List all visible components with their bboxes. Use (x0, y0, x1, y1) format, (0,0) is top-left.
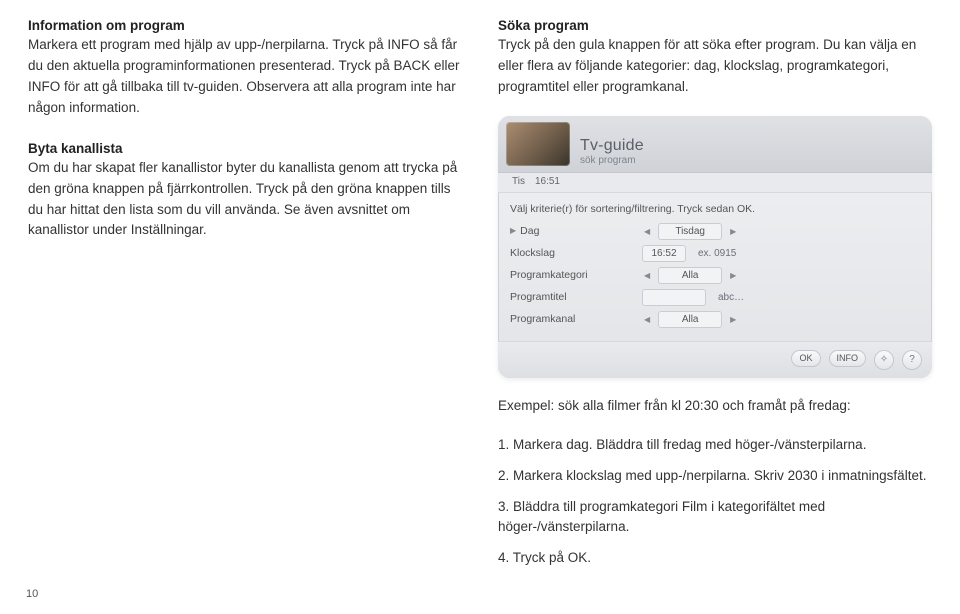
row-klockslag[interactable]: Klockslag 16:52 ex. 0915 (510, 245, 920, 262)
value-klockslag[interactable]: 16:52 (642, 245, 686, 262)
value-programtitel[interactable] (642, 289, 706, 306)
label-dag: Dag (520, 225, 539, 237)
text-soka-program: Tryck på den gula knappen för att söka e… (498, 35, 932, 98)
tv-guide-meta-day: Tis (512, 176, 525, 187)
help-button[interactable]: ? (902, 350, 922, 370)
tv-guide-header: Tv-guide sök program (498, 116, 932, 173)
label-programkanal: Programkanal (510, 313, 575, 325)
row-dag[interactable]: ▶ Dag ◀ Tisdag ▶ (510, 223, 920, 240)
row-programkanal[interactable]: Programkanal ◀ Alla ▶ (510, 311, 920, 328)
note-klockslag: ex. 0915 (698, 248, 736, 259)
tv-guide-thumbnail (506, 122, 570, 166)
label-programtitel: Programtitel (510, 291, 567, 303)
value-programkanal[interactable]: Alla (658, 311, 722, 328)
step-1: 1. Markera dag. Bläddra till fredag med … (498, 435, 932, 456)
chevron-right-icon[interactable]: ▶ (728, 315, 738, 324)
tv-guide-footer: OK INFO ✧ ? (498, 341, 932, 378)
step-2: 2. Markera klockslag med upp-/nerpilarna… (498, 466, 932, 487)
info-button[interactable]: INFO (829, 350, 867, 367)
row-programtitel[interactable]: Programtitel abc… (510, 289, 920, 306)
triangle-right-icon: ▶ (510, 227, 516, 235)
heading-info-om-program: Information om program (28, 18, 462, 33)
tv-guide-body: Välj kriterie(r) för sortering/filtrerin… (498, 193, 932, 341)
ok-button[interactable]: OK (791, 350, 820, 367)
label-programkategori: Programkategori (510, 269, 588, 281)
tv-guide-subtitle: sök program (580, 155, 644, 166)
heading-byta-kanallista: Byta kanallista (28, 141, 462, 156)
chevron-left-icon[interactable]: ◀ (642, 271, 652, 280)
value-dag[interactable]: Tisdag (658, 223, 722, 240)
example-steps: 1. Markera dag. Bläddra till fredag med … (498, 435, 932, 570)
example-intro: Exempel: sök alla filmer från kl 20:30 o… (498, 396, 932, 417)
value-programkategori[interactable]: Alla (658, 267, 722, 284)
chevron-left-icon[interactable]: ◀ (642, 315, 652, 324)
heading-soka-program: Söka program (498, 18, 932, 33)
chevron-right-icon[interactable]: ▶ (728, 271, 738, 280)
tv-guide-panel: Tv-guide sök program Tis 16:51 Välj krit… (498, 116, 932, 378)
row-programkategori[interactable]: Programkategori ◀ Alla ▶ (510, 267, 920, 284)
tv-guide-meta: Tis 16:51 (498, 173, 932, 193)
text-info-om-program: Markera ett program med hjälp av upp-/ne… (28, 35, 462, 119)
tv-guide-hint: Välj kriterie(r) för sortering/filtrerin… (510, 203, 920, 215)
tv-guide-meta-time: 16:51 (535, 176, 560, 187)
chevron-right-icon[interactable]: ▶ (728, 227, 738, 236)
page-columns: Information om program Markera ett progr… (28, 18, 932, 579)
step-4: 4. Tryck på OK. (498, 548, 932, 569)
label-klockslag: Klockslag (510, 247, 555, 259)
text-byta-kanallista: Om du har skapat fler kanallistor byter … (28, 158, 462, 242)
page-number: 10 (26, 588, 38, 600)
step-3: 3. Bläddra till programkategori Film i k… (498, 497, 932, 539)
tv-guide-title: Tv-guide (580, 137, 644, 155)
right-column: Söka program Tryck på den gula knappen f… (498, 18, 932, 579)
chevron-left-icon[interactable]: ◀ (642, 227, 652, 236)
nav-dpad-icon[interactable]: ✧ (874, 350, 894, 370)
note-programtitel: abc… (718, 292, 744, 303)
left-column: Information om program Markera ett progr… (28, 18, 462, 579)
